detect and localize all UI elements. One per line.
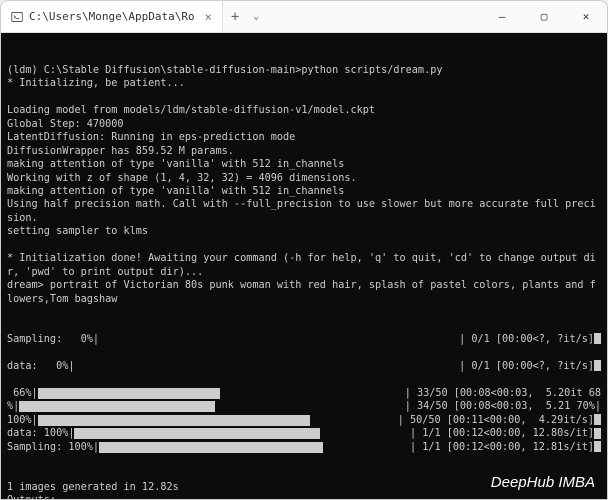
close-icon[interactable]: × — [205, 10, 212, 24]
progress-stats: | 0/1 [00:00<?, ?it/s] — [459, 333, 601, 346]
new-tab-button[interactable]: + — [223, 9, 247, 25]
progress-label: %| — [7, 400, 19, 413]
progress-fill — [19, 401, 215, 412]
tab-dropdown-button[interactable]: ⌄ — [247, 11, 265, 22]
progress-stats: | 34/50 [00:08<00:03, 5.21 70%| — [399, 400, 601, 413]
watermark-text: DeepHub IMBA — [491, 473, 595, 493]
progress-fill — [38, 415, 310, 426]
terminal-line — [7, 239, 601, 252]
terminal-line — [7, 91, 601, 104]
terminal-line: dream> portrait of Victorian 80s punk wo… — [7, 279, 601, 306]
terminal-line: Loading model from models/ldm/stable-dif… — [7, 104, 601, 117]
watermark: DeepHub IMBA — [465, 473, 595, 493]
terminal-line: * Initialization done! Awaiting your com… — [7, 252, 601, 279]
terminal-line: making attention of type 'vanilla' with … — [7, 185, 601, 198]
terminal-line: Outputs: — [7, 494, 601, 499]
terminal-line: DiffusionWrapper has 859.52 M params. — [7, 145, 601, 158]
progress-stats: | 33/50 [00:08<00:03, 5.20it 68 — [405, 387, 601, 400]
titlebar: C:\Users\Monge\AppData\Ro × + ⌄ — ▢ ✕ — [1, 1, 607, 33]
wechat-icon — [465, 473, 485, 493]
progress-label: 66%| — [7, 387, 38, 400]
progress-fill — [99, 442, 323, 453]
progress-bar-row: %| | 34/50 [00:08<00:03, 5.21 70%| — [7, 400, 601, 413]
cursor-block — [594, 333, 601, 344]
terminal-icon — [11, 11, 23, 23]
terminal-line: Using half precision math. Call with --f… — [7, 198, 601, 225]
cursor-block — [594, 428, 601, 439]
terminal-line: setting sampler to klms — [7, 225, 601, 238]
terminal-lines: (ldm) C:\Stable Diffusion\stable-diffusi… — [7, 64, 601, 306]
terminal-output[interactable]: (ldm) C:\Stable Diffusion\stable-diffusi… — [1, 33, 607, 499]
progress-stats: | 0/1 [00:00<?, ?it/s] — [459, 360, 601, 373]
progress-bar-row: data: 100%| | 1/1 [00:12<00:00, 12.80s/it… — [7, 427, 601, 440]
progress-label: data: 100%| — [7, 427, 74, 440]
progress-bar-row: 66%| | 33/50 [00:08<00:03, 5.20it 68 — [7, 387, 601, 400]
tab-active[interactable]: C:\Users\Monge\AppData\Ro × — [1, 1, 223, 32]
progress-label: Sampling: 100%| — [7, 441, 99, 454]
progress-label: 100%| — [7, 414, 38, 427]
cursor-block — [594, 441, 601, 452]
terminal-line: * Initializing, be patient... — [7, 77, 601, 90]
progress-bar-row: 100%| | 50/50 [00:11<00:00, 4.29it/s] — [7, 414, 601, 427]
progress-bar-row: Sampling: 0%| | 0/1 [00:00<?, ?it/s] — [7, 333, 601, 346]
close-window-button[interactable]: ✕ — [565, 1, 607, 33]
cursor-block — [594, 414, 601, 425]
progress-stats: | 50/50 [00:11<00:00, 4.29it/s] — [398, 414, 601, 427]
progress-stats: | 1/1 [00:12<00:00, 12.81s/it] — [410, 441, 601, 454]
progress-label: data: 0%| — [7, 360, 74, 373]
terminal-line: making attention of type 'vanilla' with … — [7, 158, 601, 171]
cursor-block — [594, 360, 601, 371]
tab-title: C:\Users\Monge\AppData\Ro — [29, 10, 195, 23]
progress-bars: Sampling: 0%| | 0/1 [00:00<?, ?it/s] data… — [7, 333, 601, 454]
progress-fill — [38, 388, 220, 399]
progress-fill — [74, 428, 320, 439]
progress-bar-row: data: 0%| | 0/1 [00:00<?, ?it/s] — [7, 360, 601, 373]
window-controls: — ▢ ✕ — [481, 1, 607, 33]
progress-bar-row — [7, 373, 601, 386]
terminal-line: Working with z of shape (1, 4, 32, 32) =… — [7, 172, 601, 185]
progress-label: Sampling: 0%| — [7, 333, 99, 346]
terminal-line: (ldm) C:\Stable Diffusion\stable-diffusi… — [7, 64, 601, 77]
terminal-window: C:\Users\Monge\AppData\Ro × + ⌄ — ▢ ✕ (l… — [0, 0, 608, 500]
terminal-line: LatentDiffusion: Running in eps-predicti… — [7, 131, 601, 144]
progress-bar-row — [7, 346, 601, 359]
progress-bar-row: Sampling: 100%| | 1/1 [00:12<00:00, 12.81… — [7, 441, 601, 454]
progress-stats: | 1/1 [00:12<00:00, 12.80s/it] — [410, 427, 601, 440]
terminal-line: Global Step: 470000 — [7, 118, 601, 131]
minimize-button[interactable]: — — [481, 1, 523, 33]
maximize-button[interactable]: ▢ — [523, 1, 565, 33]
